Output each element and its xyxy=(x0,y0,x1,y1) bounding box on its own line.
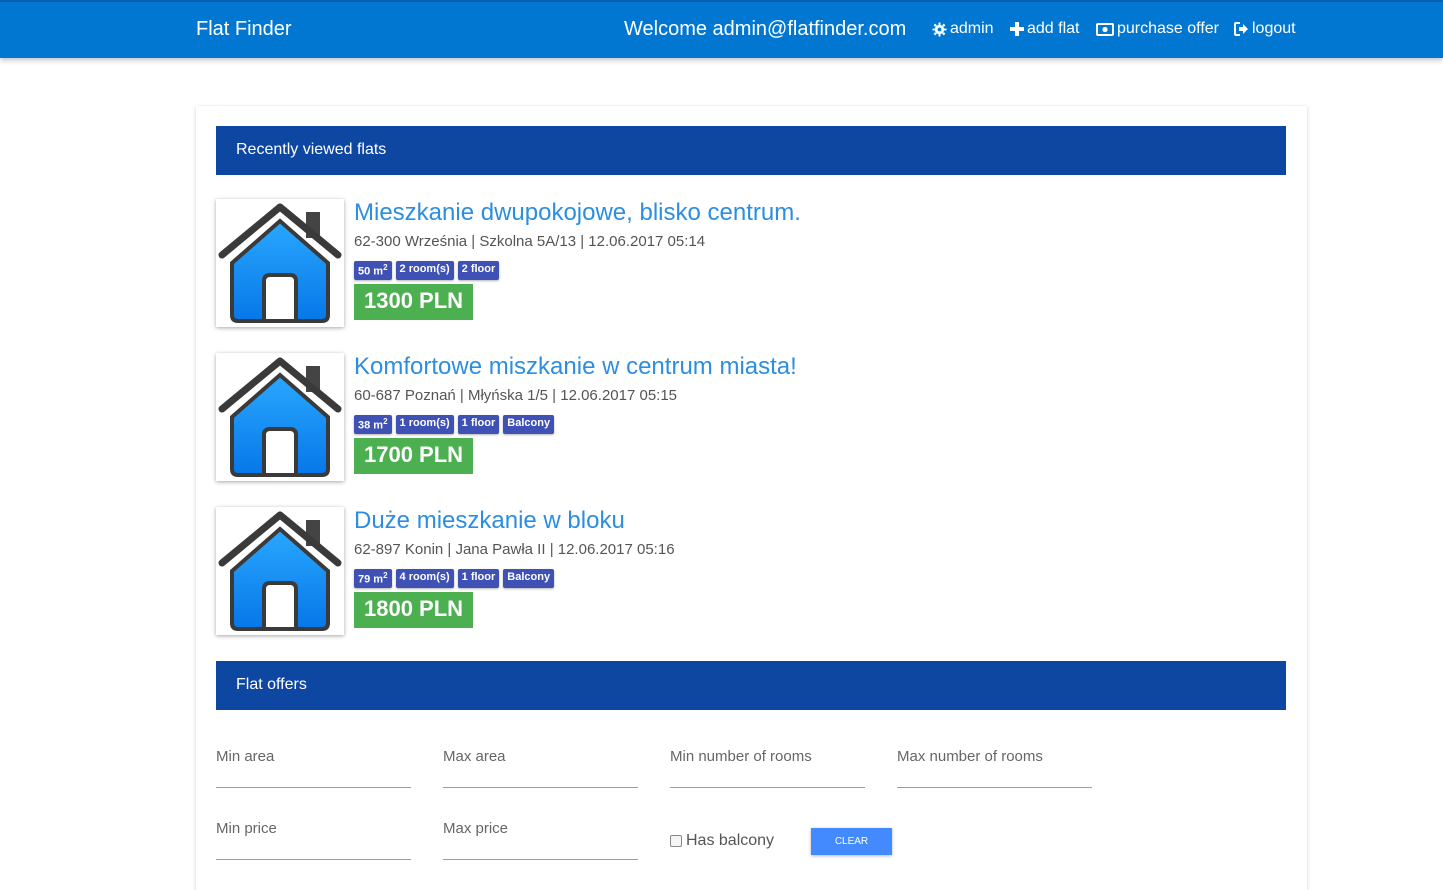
recently-viewed-header: Recently viewed flats xyxy=(216,126,1286,175)
rooms-badge: 2 room(s) xyxy=(395,261,454,280)
nav-purchase-offer-label: purchase offer xyxy=(1117,20,1219,37)
balcony-badge: Balcony xyxy=(503,569,555,588)
flat-badges: 79 m2 4 room(s) 1 floor Balcony xyxy=(354,569,555,588)
flat-thumbnail[interactable] xyxy=(216,507,344,635)
flat-meta: 62-300 Września | Szkolna 5A/13 | 12.06.… xyxy=(354,233,706,250)
floor-badge: 1 floor xyxy=(457,415,500,434)
flat-thumbnail[interactable] xyxy=(216,199,344,327)
floor-badge: 1 floor xyxy=(457,569,500,588)
house-icon xyxy=(218,357,342,477)
max-price-field[interactable]: Max price xyxy=(443,802,638,860)
flat-title-link[interactable]: Mieszkanie dwupokojowe, blisko centrum. xyxy=(354,199,801,227)
min-rooms-field[interactable]: Min number of rooms xyxy=(670,730,865,788)
rooms-badge: 1 room(s) xyxy=(395,415,454,434)
recently-viewed-title: Recently viewed flats xyxy=(236,141,387,158)
max-area-field[interactable]: Max area xyxy=(443,730,638,788)
area-value: 38 m xyxy=(358,419,384,432)
nav-add-flat-label: add flat xyxy=(1027,20,1080,37)
welcome-text: Welcome admin@flatfinder.com xyxy=(624,18,907,40)
price-tag: 1700 PLN xyxy=(354,438,474,474)
flat-thumbnail[interactable] xyxy=(216,353,344,481)
max-area-input[interactable] xyxy=(443,730,638,787)
checkbox-box[interactable] xyxy=(670,835,682,847)
min-area-input[interactable] xyxy=(216,730,411,787)
flat-badges: 50 m2 2 room(s) 2 floor xyxy=(354,261,500,280)
area-badge: 50 m2 xyxy=(354,261,392,280)
top-navbar: Flat Finder Welcome admin@flatfinder.com… xyxy=(0,0,1443,58)
nav-add-flat-link[interactable]: add flat xyxy=(1010,20,1079,38)
nav-admin-label: admin xyxy=(950,20,994,37)
rooms-badge: 4 room(s) xyxy=(395,569,454,588)
flat-badges: 38 m2 1 room(s) 1 floor Balcony xyxy=(354,415,555,434)
nav-purchase-offer-link[interactable]: purchase offer xyxy=(1096,20,1219,38)
nav-logout-link[interactable]: logout xyxy=(1234,20,1296,38)
max-rooms-input[interactable] xyxy=(897,730,1092,787)
has-balcony-label: Has balcony xyxy=(686,832,775,849)
flat-title-link[interactable]: Komfortowe miszkanie w centrum miasta! xyxy=(354,353,797,381)
min-area-field[interactable]: Min area xyxy=(216,730,411,788)
money-icon xyxy=(1096,22,1114,36)
gear-icon xyxy=(932,21,947,37)
main-card: Recently viewed flats Mieszkanie dwupoko… xyxy=(196,106,1307,890)
flat-item: Mieszkanie dwupokojowe, blisko centrum. … xyxy=(216,199,1216,329)
clear-button[interactable]: CLEAR xyxy=(811,828,892,855)
house-icon xyxy=(218,203,342,323)
flat-meta: 62-897 Konin | Jana Pawła II | 12.06.201… xyxy=(354,541,675,558)
flat-item: Komfortowe miszkanie w centrum miasta! 6… xyxy=(216,353,1216,483)
flat-offers-header: Flat offers xyxy=(216,661,1286,710)
min-price-input[interactable] xyxy=(216,802,411,859)
max-price-input[interactable] xyxy=(443,802,638,859)
flat-item: Duże mieszkanie w bloku 62-897 Konin | J… xyxy=(216,507,1216,637)
area-value: 79 m xyxy=(358,573,384,586)
logout-icon xyxy=(1234,22,1248,36)
price-tag: 1300 PLN xyxy=(354,284,474,320)
brand-logo[interactable]: Flat Finder xyxy=(196,18,292,41)
plus-icon xyxy=(1010,22,1024,36)
has-balcony-checkbox[interactable]: Has balcony xyxy=(670,832,774,850)
price-tag: 1800 PLN xyxy=(354,592,474,628)
max-rooms-field[interactable]: Max number of rooms xyxy=(897,730,1092,788)
area-badge: 38 m2 xyxy=(354,415,392,434)
flat-meta: 60-687 Poznań | Młyńska 1/5 | 12.06.2017… xyxy=(354,387,678,404)
area-badge: 79 m2 xyxy=(354,569,392,588)
nav-logout-label: logout xyxy=(1252,20,1296,37)
area-value: 50 m xyxy=(358,265,384,278)
house-icon xyxy=(218,511,342,631)
flat-offers-title: Flat offers xyxy=(236,676,307,693)
floor-badge: 2 floor xyxy=(457,261,500,280)
min-rooms-input[interactable] xyxy=(670,730,865,787)
balcony-badge: Balcony xyxy=(503,415,555,434)
flat-title-link[interactable]: Duże mieszkanie w bloku xyxy=(354,507,625,535)
nav-admin-link[interactable]: admin xyxy=(932,20,994,38)
min-price-field[interactable]: Min price xyxy=(216,802,411,860)
